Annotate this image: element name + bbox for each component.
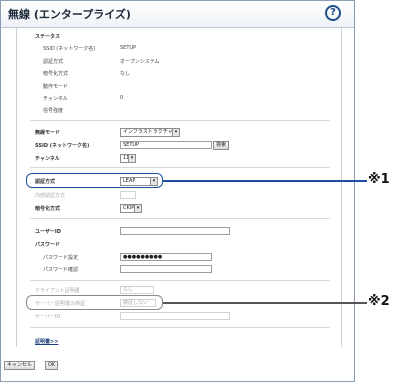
divider <box>30 120 330 121</box>
wireless-mode-label: 無線モード <box>35 130 61 136</box>
user-id-input[interactable] <box>120 227 230 235</box>
divider <box>30 280 330 281</box>
auth-method-value: LEAP <box>123 178 136 184</box>
status-enc-label: 暗号化方式 <box>43 71 69 77</box>
page-title: 無線 (エンタープライズ) <box>8 8 131 21</box>
inner-auth-select <box>120 191 136 199</box>
wireless-mode-value: インフラストラクチャー <box>123 129 178 135</box>
chevron-down-icon: ▾ <box>172 129 179 136</box>
password-confirm-label: パスワード確認 <box>43 267 79 273</box>
server-verify-label: サーバー証明書の検証 <box>35 301 85 307</box>
status-channel-label: チャンネル <box>43 96 68 102</box>
user-id-label: ユーザーID <box>35 229 61 235</box>
encryption-value: CKIP <box>123 205 135 211</box>
help-icon[interactable]: ? <box>325 5 341 21</box>
chevron-down-icon: ▾ <box>128 155 135 162</box>
server-id-input <box>120 312 230 320</box>
encryption-label: 暗号化方式 <box>35 206 61 212</box>
server-verify-select: 検証しない <box>120 299 156 307</box>
callout-mark-1: ※1 <box>368 172 390 187</box>
encryption-select[interactable]: CKIP ▾ <box>120 204 142 213</box>
callout-leader-2 <box>163 302 367 304</box>
status-signal-label: 信号強度 <box>43 108 64 114</box>
password-label: パスワード設定 <box>43 255 79 261</box>
client-cert-select: なし <box>120 286 154 294</box>
search-button[interactable]: 検索 <box>213 141 230 150</box>
certificate-link[interactable]: 証明書>> <box>35 338 58 345</box>
auth-method-select[interactable]: LEAP ▾ <box>120 177 158 186</box>
auth-method-label: 認証方式 <box>35 179 56 185</box>
client-cert-label: クライアント証明書 <box>35 288 80 294</box>
status-auth-value: オープンシステム <box>120 59 160 65</box>
password-heading: パスワード <box>35 242 61 248</box>
cancel-button[interactable]: キャンセル <box>4 361 36 370</box>
password-input[interactable]: ●●●●●●●●● <box>120 253 212 261</box>
status-ssid-label: SSID (ネットワーク名) <box>43 46 96 52</box>
status-mode-label: 動作モード <box>43 84 69 90</box>
callout-leader-1 <box>163 180 367 182</box>
divider <box>30 327 330 328</box>
chevron-down-icon: ▾ <box>134 205 141 212</box>
chevron-down-icon: ▾ <box>150 178 157 185</box>
wireless-mode-select[interactable]: インフラストラクチャー ▾ <box>120 128 180 137</box>
divider <box>30 167 330 168</box>
status-auth-label: 認証方式 <box>43 59 64 65</box>
ssid-input[interactable]: SETUP <box>120 141 212 149</box>
inner-auth-label: 内部認証方式 <box>35 193 66 199</box>
status-ssid-value: SETUP <box>120 45 137 51</box>
status-channel-value: 0 <box>120 95 124 101</box>
password-confirm-input[interactable] <box>120 265 212 273</box>
server-id-label: サーバーID <box>35 314 61 320</box>
channel-select[interactable]: 11 ▾ <box>120 154 136 163</box>
status-enc-value: なし <box>120 71 131 77</box>
callout-mark-2: ※2 <box>368 294 390 309</box>
channel-label: チャンネル <box>35 156 60 162</box>
status-heading: ステータス <box>35 34 61 40</box>
ok-button[interactable]: OK <box>45 361 59 370</box>
ssid-label: SSID (ネットワーク名) <box>35 143 90 149</box>
divider <box>30 218 330 219</box>
